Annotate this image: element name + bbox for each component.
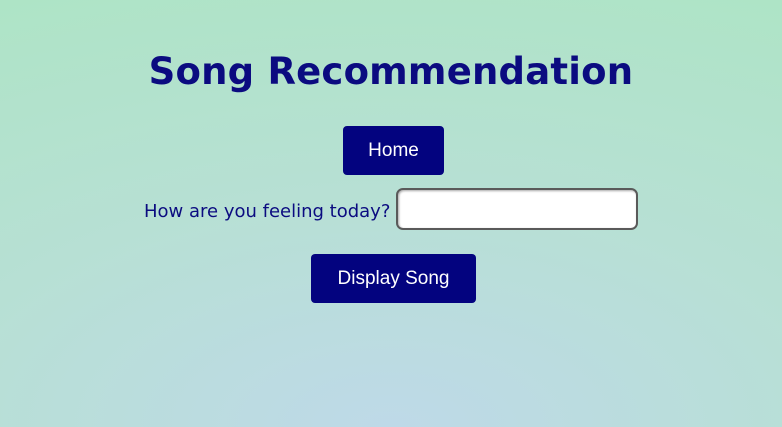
feeling-input[interactable]: [396, 188, 638, 230]
page-title: Song Recommendation: [148, 50, 634, 93]
home-button[interactable]: Home: [343, 126, 444, 175]
feeling-label: How are you feeling today?: [144, 201, 391, 222]
display-song-button[interactable]: Display Song: [311, 254, 476, 303]
